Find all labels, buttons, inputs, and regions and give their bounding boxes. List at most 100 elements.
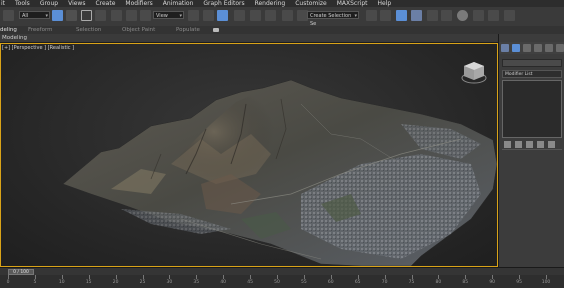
ribbon-tab[interactable]: Freeform: [28, 26, 53, 34]
spinner-snap-icon[interactable]: [282, 10, 293, 21]
ruler-tick: [61, 275, 63, 279]
ruler-tick: [196, 275, 198, 279]
terrain-mesh[interactable]: [1, 44, 497, 266]
material-editor-icon[interactable]: [457, 10, 468, 21]
ruler-tick-label: 60: [327, 280, 334, 285]
ribbon-toggle-icon[interactable]: [213, 28, 219, 32]
menu-item[interactable]: Rendering: [250, 0, 291, 7]
ruler-tick-label: 35: [193, 280, 200, 285]
ruler-tick-label: 25: [139, 280, 146, 285]
window-crossing-icon[interactable]: [95, 10, 106, 21]
schematic-view-icon[interactable]: [441, 10, 452, 21]
ruler-tick: [142, 275, 144, 279]
menu-item[interactable]: Help: [373, 0, 397, 7]
object-name-field[interactable]: [502, 59, 562, 67]
ruler-tick: [303, 275, 305, 279]
rectangular-selection-icon[interactable]: [81, 10, 92, 21]
select-manipulate-icon[interactable]: [203, 10, 214, 21]
ruler-tick-label: 20: [112, 280, 119, 285]
menu-item[interactable]: Customize: [290, 0, 332, 7]
ruler-tick: [115, 275, 117, 279]
selection-filter-dropdown[interactable]: All: [19, 11, 50, 20]
select-object-icon[interactable]: [52, 10, 63, 21]
angle-snap-icon[interactable]: [250, 10, 261, 21]
create-tab-icon[interactable]: [501, 44, 509, 52]
ruler-tick-label: 80: [435, 280, 442, 285]
ruler-tick-label: 0: [6, 280, 10, 285]
menu-item[interactable]: Views: [63, 0, 90, 7]
menu-item[interactable]: Tools: [10, 0, 35, 7]
menu-item[interactable]: MAXScript: [332, 0, 373, 7]
ruler-tick: [438, 275, 440, 279]
hierarchy-tab-icon[interactable]: [523, 44, 531, 52]
pin-stack-icon[interactable]: [504, 141, 511, 148]
remove-modifier-icon[interactable]: [537, 141, 544, 148]
align-icon[interactable]: [380, 10, 391, 21]
ruler-tick: [384, 275, 386, 279]
perspective-viewport[interactable]: [+] [Perspective ] [Realistic ]: [0, 43, 498, 267]
configure-modifier-sets-icon[interactable]: [548, 141, 555, 148]
render-setup-icon[interactable]: [473, 10, 484, 21]
track-bar[interactable]: 0 5 10 15 20 25 30 35 40 45 50 55 60 65 70 75 80 85 90 95 10…: [0, 275, 564, 288]
ruler-tick-label: 40: [220, 280, 227, 285]
scale-icon[interactable]: [140, 10, 151, 21]
ruler-tick: [492, 275, 494, 279]
main-toolbar: All View Create Selection Se: [0, 7, 564, 27]
ribbon-tab[interactable]: Object Paint: [122, 26, 155, 34]
ruler-tick-label: 90: [489, 280, 496, 285]
graphite-toggle-icon[interactable]: [411, 10, 422, 21]
motion-tab-icon[interactable]: [534, 44, 542, 52]
ruler-tick: [250, 275, 252, 279]
curve-editor-icon[interactable]: [427, 10, 438, 21]
reference-coordinate-dropdown[interactable]: View: [153, 11, 184, 20]
move-icon[interactable]: [111, 10, 122, 21]
modify-tab-icon[interactable]: [512, 44, 520, 52]
ruler-tick: [330, 275, 332, 279]
ruler-tick: [357, 275, 359, 279]
rendered-frame-window-icon[interactable]: [488, 10, 499, 21]
menu-item[interactable]: Create: [90, 0, 120, 7]
ribbon-tab[interactable]: deling: [0, 26, 17, 34]
command-panel-tabs: [499, 42, 564, 54]
pivot-center-icon[interactable]: [188, 10, 199, 21]
utilities-tab-icon[interactable]: [556, 44, 564, 52]
percent-snap-icon[interactable]: [265, 10, 276, 21]
ruler-tick: [277, 275, 278, 279]
menu-item[interactable]: Group: [35, 0, 63, 7]
ruler-tick-label: 100: [541, 280, 551, 285]
layer-manager-icon[interactable]: [396, 10, 407, 21]
ruler-tick-label: 30: [166, 280, 173, 285]
ribbon-tab[interactable]: Populate: [176, 26, 200, 34]
ruler-tick-label: 15: [85, 280, 92, 285]
ruler-tick: [169, 275, 171, 279]
make-unique-icon[interactable]: [526, 141, 533, 148]
stack-buttons: [502, 140, 562, 150]
mirror-icon[interactable]: [366, 10, 377, 21]
modifier-list-dropdown[interactable]: Modifier List: [502, 70, 562, 78]
named-selection-sets-dropdown[interactable]: Create Selection Se: [307, 11, 359, 27]
render-production-icon[interactable]: [504, 10, 515, 21]
modifier-stack[interactable]: [502, 80, 562, 138]
show-end-result-icon[interactable]: [515, 141, 522, 148]
ruler-tick-label: 45: [247, 280, 253, 285]
ribbon-panel: Modeling: [0, 34, 564, 43]
menu-item[interactable]: Modifiers: [120, 0, 157, 7]
rotate-icon[interactable]: [126, 10, 137, 21]
ruler-tick: [88, 275, 90, 279]
ribbon-tab[interactable]: Selection: [76, 26, 101, 34]
ruler-tick-label: 85: [462, 280, 469, 285]
keyboard-shortcut-override-icon[interactable]: [217, 10, 228, 21]
menu-item[interactable]: Graph Editors: [198, 0, 249, 7]
viewcube-icon[interactable]: [461, 60, 487, 86]
menu-item[interactable]: Animation: [158, 0, 199, 7]
ribbon-modeling-label: Modeling: [2, 35, 28, 41]
ruler-tick-label: 10: [58, 280, 65, 285]
snaps-toggle-icon[interactable]: [234, 10, 245, 21]
undo-icon[interactable]: [3, 10, 14, 21]
select-by-name-icon[interactable]: [66, 10, 77, 21]
ruler-tick: [8, 275, 9, 279]
menu-item[interactable]: it: [0, 0, 10, 7]
display-tab-icon[interactable]: [545, 44, 553, 52]
ruler-tick: [34, 275, 36, 279]
menu-bar: it Tools Group Views Create Modifiers Animatio…: [0, 0, 564, 7]
